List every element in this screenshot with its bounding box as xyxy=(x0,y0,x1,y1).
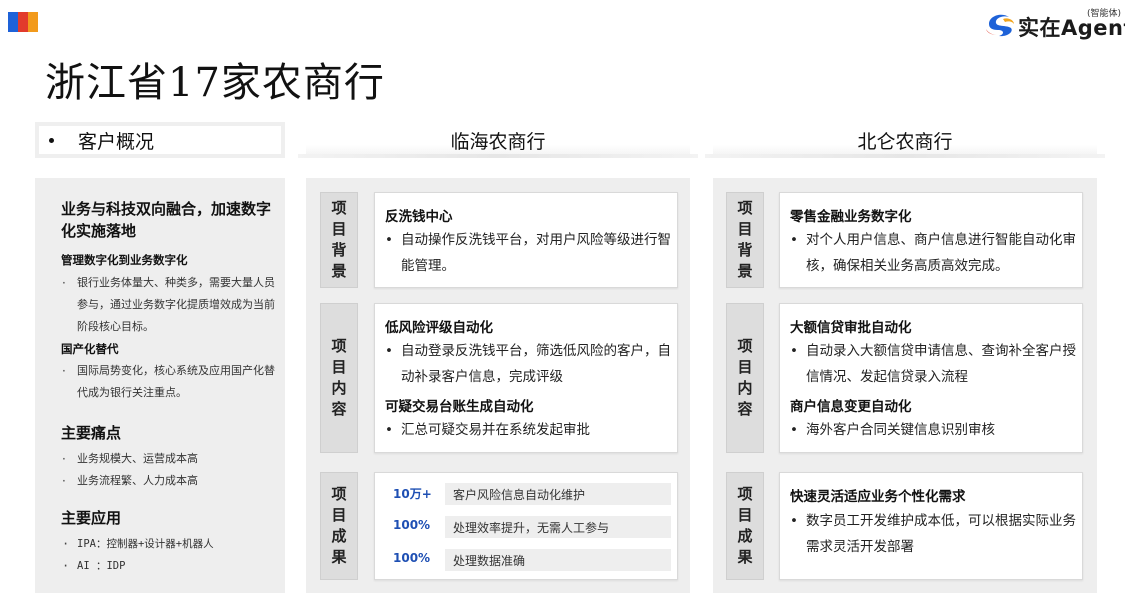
linhai-results-box: 10万+ 客户风险信息自动化维护 100% 处理效率提升，无需人工参与 100%… xyxy=(374,472,678,580)
overview-header-label: 客户概况 xyxy=(78,130,155,153)
linhai-content-box: 低风险评级自动化 自动登录反洗钱平台，筛选低风险的客户，自动补录客户信息，完成评… xyxy=(374,303,678,453)
brand-logo: 实在Agent (智能体) xyxy=(983,6,1125,40)
corner-mark-icon xyxy=(8,12,38,32)
overview-headline: 业务与科技双向融合，加速数字化实施落地 xyxy=(61,200,272,240)
app-list: IPA：控制器+设计器+机器人 AI ：IDP xyxy=(61,533,276,577)
linhai-background-title: 反洗钱中心 xyxy=(385,209,453,225)
page-title: 浙江省17家农商行 xyxy=(45,60,385,106)
overview-sub1: 管理数字化到业务数字化 xyxy=(61,253,188,267)
result-row: 10万+ 客户风险信息自动化维护 xyxy=(383,483,671,505)
linhai-results-label: 项目成果 xyxy=(320,472,358,580)
logo-swirl-icon xyxy=(986,14,1014,37)
linhai-content-title1: 低风险评级自动化 xyxy=(385,320,493,336)
beilun-background-title: 零售金融业务数字化 xyxy=(790,209,912,225)
linhai-content-title2: 可疑交易台账生成自动化 xyxy=(385,399,534,415)
result-desc: 客户风险信息自动化维护 xyxy=(453,488,586,502)
result-value: 10万+ xyxy=(393,487,432,501)
list-item: AI ：IDP xyxy=(61,555,276,577)
pain-title: 主要痛点 xyxy=(61,424,122,442)
beilun-results-text: 数字员工开发维护成本低，可以根据实际业务需求灵活开发部署 xyxy=(788,508,1080,560)
bullet-dot xyxy=(49,137,54,143)
linhai-content-label: 项目内容 xyxy=(320,303,358,453)
result-row: 100% 处理数据准确 xyxy=(383,549,671,571)
beilun-background-box: 零售金融业务数字化 对个人用户信息、商户信息进行智能自动化审核，确保相关业务高质… xyxy=(779,192,1083,288)
beilun-results-title: 快速灵活适应业务个性化需求 xyxy=(790,489,966,505)
beilun-content-text1: 自动录入大额信贷申请信息、查询补全客户授信情况、发起信贷录入流程 xyxy=(788,338,1080,390)
list-item: 业务规模大、运营成本高 xyxy=(61,448,276,470)
beilun-background-text: 对个人用户信息、商户信息进行智能自动化审核，确保相关业务高质高效完成。 xyxy=(788,227,1078,279)
linhai-content-text1: 自动登录反洗钱平台，筛选低风险的客户，自动补录客户信息，完成评级 xyxy=(383,338,675,390)
linhai-background-box: 反洗钱中心 自动操作反洗钱平台，对用户风险等级进行智能管理。 xyxy=(374,192,678,288)
list-item: 银行业务体量大、种类多，需要大量人员参与，通过业务数字化提质增效成为当前阶段核心… xyxy=(61,272,276,338)
pain-list: 业务规模大、运营成本高 业务流程繁、人力成本高 xyxy=(61,448,276,492)
beilun-content-label: 项目内容 xyxy=(726,303,764,453)
app-title: 主要应用 xyxy=(61,509,122,527)
logo-tag: (智能体) xyxy=(1087,9,1122,19)
beilun-results-box: 快速灵活适应业务个性化需求 数字员工开发维护成本低，可以根据实际业务需求灵活开发… xyxy=(779,472,1083,580)
overview-header: 客户概况 xyxy=(35,122,285,158)
linhai-content-text2: 汇总可疑交易并在系统发起审批 xyxy=(383,417,675,443)
beilun-content-title1: 大额信贷审批自动化 xyxy=(790,320,912,336)
overview-sub2: 国产化替代 xyxy=(61,342,119,356)
beilun-header: 北仑农商行 xyxy=(705,122,1105,158)
list-item: 业务流程繁、人力成本高 xyxy=(61,470,276,492)
list-item: IPA：控制器+设计器+机器人 xyxy=(61,533,276,555)
beilun-results-label: 项目成果 xyxy=(726,472,764,580)
linhai-background-label: 项目背景 xyxy=(320,192,358,288)
beilun-content-text2: 海外客户合同关键信息识别审核 xyxy=(788,417,1080,443)
overview-panel: 业务与科技双向融合，加速数字化实施落地 管理数字化到业务数字化 银行业务体量大、… xyxy=(35,178,285,593)
result-desc: 处理数据准确 xyxy=(453,554,526,568)
beilun-content-title2: 商户信息变更自动化 xyxy=(790,399,912,415)
beilun-content-box: 大额信贷审批自动化 自动录入大额信贷申请信息、查询补全客户授信情况、发起信贷录入… xyxy=(779,303,1083,453)
result-desc: 处理效率提升，无需人工参与 xyxy=(453,521,610,535)
beilun-background-label: 项目背景 xyxy=(726,192,764,288)
list-item: 国际局势变化，核心系统及应用国产化替代成为银行关注重点。 xyxy=(61,360,276,404)
result-value: 100% xyxy=(393,551,431,565)
overview-sub1-list: 银行业务体量大、种类多，需要大量人员参与，通过业务数字化提质增效成为当前阶段核心… xyxy=(61,272,276,338)
overview-sub2-list: 国际局势变化，核心系统及应用国产化替代成为银行关注重点。 xyxy=(61,360,276,404)
result-row: 100% 处理效率提升，无需人工参与 xyxy=(383,516,671,538)
linhai-background-text: 自动操作反洗钱平台，对用户风险等级进行智能管理。 xyxy=(383,227,673,279)
result-value: 100% xyxy=(393,518,431,532)
linhai-header: 临海农商行 xyxy=(298,122,698,158)
